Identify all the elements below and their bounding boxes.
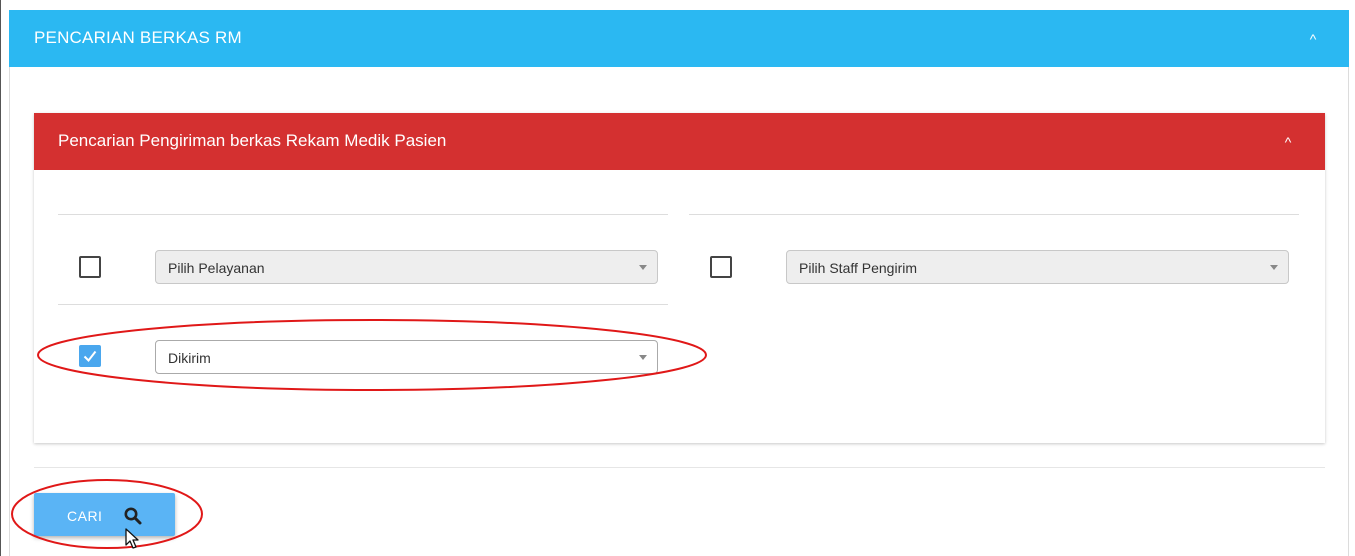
divider xyxy=(689,214,1299,215)
status-checkbox[interactable] xyxy=(79,345,101,367)
footer-divider xyxy=(34,467,1325,468)
search-panel-title: PENCARIAN BERKAS RM xyxy=(34,28,242,47)
staff-select[interactable]: Pilih Staff Pengirim xyxy=(786,250,1289,284)
search-panel-header[interactable]: PENCARIAN BERKAS RM ^ xyxy=(9,10,1349,67)
search-button-label: CARI xyxy=(67,508,103,524)
window-edge xyxy=(0,0,1,556)
page: PENCARIAN BERKAS RM ^ Pencarian Pengirim… xyxy=(0,0,1355,556)
caret-down-icon xyxy=(1270,265,1278,270)
chevron-up-icon[interactable]: ^ xyxy=(1278,132,1298,152)
layanan-select-value: Pilih Pelayanan xyxy=(168,260,265,276)
chevron-up-icon[interactable]: ^ xyxy=(1303,29,1323,49)
checkmark-icon xyxy=(83,350,97,363)
search-icon xyxy=(124,507,142,525)
caret-down-icon xyxy=(639,355,647,360)
layanan-checkbox[interactable] xyxy=(79,256,101,278)
shipping-search-title: Pencarian Pengiriman berkas Rekam Medik … xyxy=(58,131,447,150)
status-select[interactable]: Dikirim xyxy=(155,340,658,374)
caret-down-icon xyxy=(639,265,647,270)
search-button[interactable]: CARI xyxy=(34,493,175,536)
divider xyxy=(58,214,668,215)
staff-select-value: Pilih Staff Pengirim xyxy=(799,260,918,276)
status-select-value: Dikirim xyxy=(168,350,211,366)
layanan-select[interactable]: Pilih Pelayanan xyxy=(155,250,658,284)
mouse-cursor-icon xyxy=(125,528,139,549)
divider xyxy=(58,304,668,305)
staff-checkbox[interactable] xyxy=(710,256,732,278)
shipping-search-header[interactable]: Pencarian Pengiriman berkas Rekam Medik … xyxy=(34,113,1325,170)
